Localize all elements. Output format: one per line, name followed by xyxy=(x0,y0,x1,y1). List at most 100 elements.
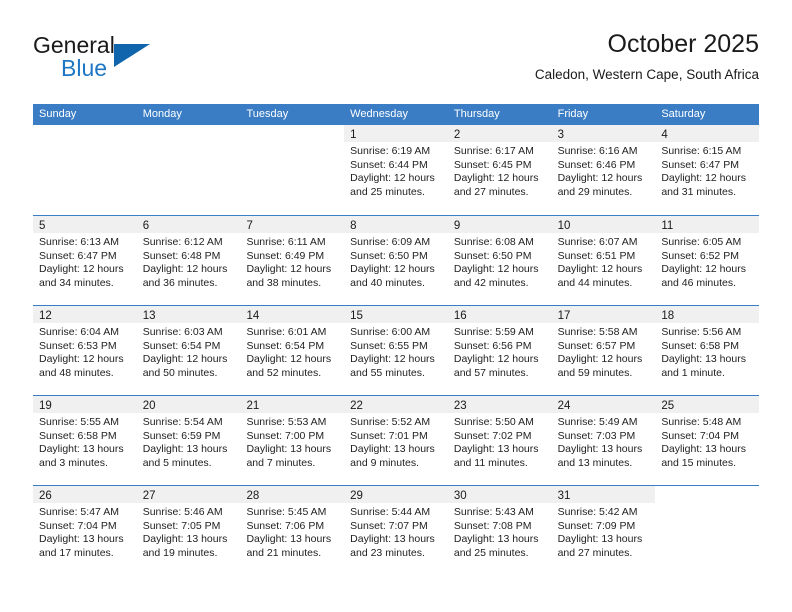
sunset-text: Sunset: 7:03 PM xyxy=(557,429,636,442)
calendar-day-cell[interactable]: 6 Sunrise: 6:12 AM Sunset: 6:48 PM Daylight… xyxy=(136,216,241,305)
sunrise-text: Sunrise: 6:08 AM xyxy=(453,236,534,248)
sunrise-text: Sunrise: 5:56 AM xyxy=(661,326,742,338)
day-number-band: 6 xyxy=(136,216,241,233)
calendar-day-cell[interactable]: 21 Sunrise: 5:53 AM Sunset: 7:00 PM Dayligh… xyxy=(240,396,345,485)
day-sun-info: Sunrise: 5:46 AM Sunset: 7:05 PM Daylight:… xyxy=(137,503,241,560)
day-number: 2 xyxy=(453,129,461,141)
day-sun-info: Sunrise: 5:53 AM Sunset: 7:00 PM Daylight:… xyxy=(240,413,344,470)
calendar-day-cell[interactable]: 16 Sunrise: 5:59 AM Sunset: 6:56 PM Dayligh… xyxy=(447,306,552,395)
day-number: 27 xyxy=(142,490,156,502)
day-number: 6 xyxy=(142,220,150,232)
sunset-text: Sunset: 6:58 PM xyxy=(39,429,117,442)
calendar-day-cell[interactable]: 31 Sunrise: 5:42 AM Sunset: 7:09 PM Dayligh… xyxy=(551,486,656,575)
calendar-day-cell[interactable]: 4 Sunrise: 6:15 AM Sunset: 6:47 PM Daylight… xyxy=(655,125,760,215)
daylight-text-line2: and 34 minutes. xyxy=(39,276,114,289)
sunrise-text: Sunrise: 6:01 AM xyxy=(246,326,327,338)
daylight-text-line1: Daylight: 12 hours xyxy=(661,172,746,185)
sunrise-text: Sunrise: 5:46 AM xyxy=(142,506,223,518)
day-number: 5 xyxy=(39,220,46,232)
calendar-day-cell[interactable]: 24 Sunrise: 5:49 AM Sunset: 7:03 PM Dayligh… xyxy=(551,396,656,485)
calendar-day-cell[interactable]: 19 Sunrise: 5:55 AM Sunset: 6:58 PM Dayligh… xyxy=(33,396,137,485)
calendar-day-cell[interactable]: 2 Sunrise: 6:17 AM Sunset: 6:45 PM Daylight… xyxy=(447,125,552,215)
calendar-day-cell[interactable]: 13 Sunrise: 6:03 AM Sunset: 6:54 PM Dayligh… xyxy=(136,306,241,395)
sunrise-text: Sunrise: 5:59 AM xyxy=(453,326,534,338)
sunset-text: Sunset: 6:52 PM xyxy=(661,249,739,262)
daylight-text-line1: Daylight: 12 hours xyxy=(661,263,746,276)
calendar-day-cell[interactable]: 25 Sunrise: 5:48 AM Sunset: 7:04 PM Dayligh… xyxy=(655,396,760,485)
sunset-text: Sunset: 6:57 PM xyxy=(557,339,636,352)
sunrise-text: Sunrise: 6:19 AM xyxy=(350,145,431,157)
day-sun-info: Sunrise: 5:47 AM Sunset: 7:04 PM Daylight:… xyxy=(33,503,137,560)
day-number: 15 xyxy=(350,310,363,322)
day-number: 14 xyxy=(246,310,260,322)
calendar-day-cell[interactable]: 3 Sunrise: 6:16 AM Sunset: 6:46 PM Daylight… xyxy=(551,125,656,215)
weekday-header-friday: Friday xyxy=(557,108,589,120)
calendar-day-cell[interactable]: 23 Sunrise: 5:50 AM Sunset: 7:02 PM Dayligh… xyxy=(447,396,552,485)
calendar-day-cell[interactable]: 28 Sunrise: 5:45 AM Sunset: 7:06 PM Dayligh… xyxy=(240,486,345,575)
calendar-day-cell[interactable]: 1 Sunrise: 6:19 AM Sunset: 6:44 PM Daylight… xyxy=(344,125,448,215)
day-number-band: 1 xyxy=(344,125,448,142)
daylight-text-line1: Daylight: 13 hours xyxy=(453,443,539,456)
calendar-day-cell[interactable]: 7 Sunrise: 6:11 AM Sunset: 6:49 PM Daylight… xyxy=(240,216,345,305)
daylight-text-line1: Daylight: 12 hours xyxy=(453,353,539,366)
day-number-band: 28 xyxy=(240,486,345,503)
calendar-day-cell[interactable]: 11 Sunrise: 6:05 AM Sunset: 6:52 PM Dayligh… xyxy=(655,216,760,305)
sunrise-text: Sunrise: 5:48 AM xyxy=(661,416,742,428)
daylight-text-line1: Daylight: 12 hours xyxy=(142,263,228,276)
calendar-day-cell[interactable]: 26 Sunrise: 5:47 AM Sunset: 7:04 PM Dayligh… xyxy=(33,486,137,575)
calendar-day-cell[interactable]: 30 Sunrise: 5:43 AM Sunset: 7:08 PM Dayligh… xyxy=(447,486,552,575)
calendar-week-row: 12 Sunrise: 6:04 AM Sunset: 6:53 PM Dayligh… xyxy=(33,305,760,395)
daylight-text-line2: and 21 minutes. xyxy=(246,546,322,559)
calendar-day-cell[interactable]: 5 Sunrise: 6:13 AM Sunset: 6:47 PM Daylight… xyxy=(33,216,137,305)
day-number-band: 21 xyxy=(240,396,345,413)
calendar-day-cell[interactable]: 20 Sunrise: 5:54 AM Sunset: 6:59 PM Dayligh… xyxy=(136,396,241,485)
day-sun-info: Sunrise: 6:08 AM Sunset: 6:50 PM Daylight:… xyxy=(448,233,552,290)
sunrise-text: Sunrise: 5:58 AM xyxy=(557,326,638,338)
daylight-text-line1: Daylight: 12 hours xyxy=(39,263,124,276)
sunset-text: Sunset: 6:46 PM xyxy=(557,158,636,171)
calendar-day-cell-empty xyxy=(240,125,345,215)
sunrise-text: Sunrise: 5:54 AM xyxy=(142,416,223,428)
calendar-day-cell[interactable]: 27 Sunrise: 5:46 AM Sunset: 7:05 PM Dayligh… xyxy=(136,486,241,575)
calendar-day-cell-empty xyxy=(136,125,241,215)
calendar-day-cell[interactable]: 22 Sunrise: 5:52 AM Sunset: 7:01 PM Dayligh… xyxy=(344,396,448,485)
daylight-text-line1: Daylight: 13 hours xyxy=(39,533,124,546)
calendar-week-row: 1 Sunrise: 6:19 AM Sunset: 6:44 PM Daylight… xyxy=(33,125,760,215)
day-number-band: 13 xyxy=(136,306,241,323)
calendar-day-cell[interactable]: 29 Sunrise: 5:44 AM Sunset: 7:07 PM Dayligh… xyxy=(344,486,448,575)
daylight-text-line2: and 48 minutes. xyxy=(39,366,114,379)
daylight-text-line2: and 3 minutes. xyxy=(39,456,108,469)
day-sun-info: Sunrise: 6:01 AM Sunset: 6:54 PM Daylight:… xyxy=(240,323,344,380)
day-number: 25 xyxy=(661,400,675,412)
calendar-day-cell[interactable]: 12 Sunrise: 6:04 AM Sunset: 6:53 PM Dayligh… xyxy=(33,306,137,395)
day-number: 21 xyxy=(246,400,260,412)
calendar-day-cell[interactable]: 8 Sunrise: 6:09 AM Sunset: 6:50 PM Daylight… xyxy=(344,216,448,305)
calendar-day-cell[interactable]: 9 Sunrise: 6:08 AM Sunset: 6:50 PM Daylight… xyxy=(447,216,552,305)
daylight-text-line1: Daylight: 12 hours xyxy=(557,263,643,276)
calendar-day-cell[interactable]: 10 Sunrise: 6:07 AM Sunset: 6:51 PM Dayligh… xyxy=(551,216,656,305)
logo-text-blue: Blue xyxy=(61,55,108,81)
day-sun-info: Sunrise: 6:19 AM Sunset: 6:44 PM Daylight:… xyxy=(344,142,448,199)
day-number-band: 22 xyxy=(344,396,448,413)
daylight-text-line2: and 17 minutes. xyxy=(39,546,114,559)
day-number-band: 16 xyxy=(447,306,552,323)
calendar-day-cell[interactable]: 18 Sunrise: 5:56 AM Sunset: 6:58 PM Dayligh… xyxy=(655,306,760,395)
daylight-text-line2: and 31 minutes. xyxy=(661,185,737,198)
day-number-band xyxy=(136,125,241,142)
day-sun-info: Sunrise: 5:52 AM Sunset: 7:01 PM Daylight:… xyxy=(344,413,448,470)
day-number: 13 xyxy=(142,310,156,322)
day-sun-info: Sunrise: 5:49 AM Sunset: 7:03 PM Daylight:… xyxy=(552,413,656,470)
sunset-text: Sunset: 6:51 PM xyxy=(557,249,636,262)
calendar-day-cell[interactable]: 14 Sunrise: 6:01 AM Sunset: 6:54 PM Dayligh… xyxy=(240,306,345,395)
day-number: 12 xyxy=(39,310,52,322)
general-blue-logo[interactable]: General Blue xyxy=(33,32,163,92)
calendar-day-cell[interactable]: 15 Sunrise: 6:00 AM Sunset: 6:55 PM Dayligh… xyxy=(344,306,448,395)
daylight-text-line2: and 50 minutes. xyxy=(142,366,218,379)
day-number-band: 19 xyxy=(33,396,137,413)
sunrise-text: Sunrise: 5:55 AM xyxy=(39,416,119,428)
day-sun-info: Sunrise: 6:05 AM Sunset: 6:52 PM Daylight:… xyxy=(655,233,759,290)
sunrise-text: Sunrise: 6:13 AM xyxy=(39,236,119,248)
calendar-day-cell[interactable]: 17 Sunrise: 5:58 AM Sunset: 6:57 PM Dayligh… xyxy=(551,306,656,395)
daylight-text-line2: and 29 minutes. xyxy=(557,185,633,198)
day-sun-info: Sunrise: 6:09 AM Sunset: 6:50 PM Daylight:… xyxy=(344,233,448,290)
